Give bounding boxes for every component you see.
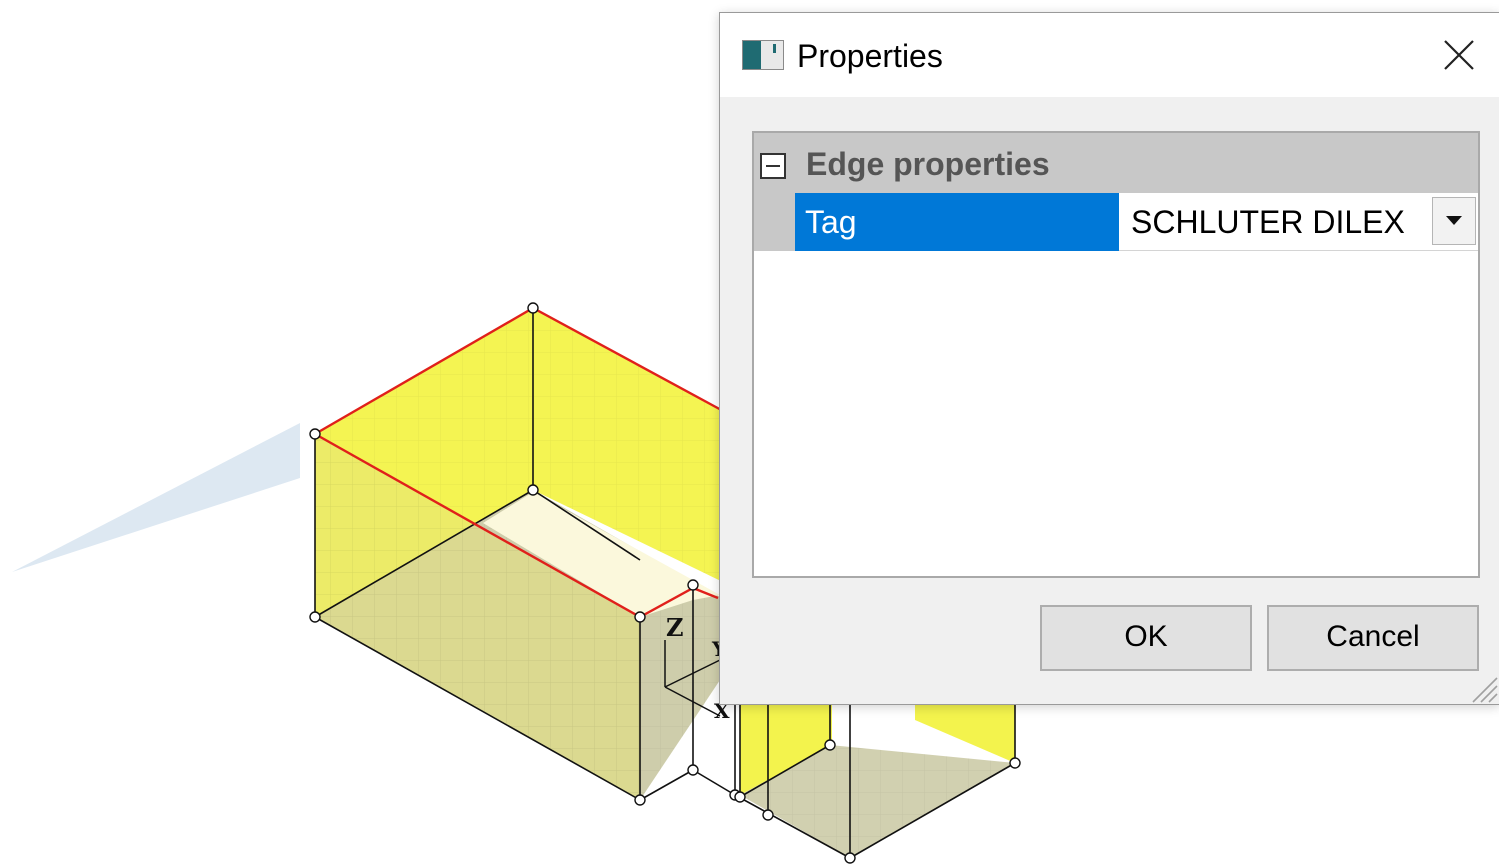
property-value: SCHLUTER DILEX — [1131, 204, 1405, 240]
close-button[interactable] — [1419, 13, 1499, 97]
category-edge-properties[interactable]: Edge properties — [754, 133, 1478, 193]
close-icon — [1444, 40, 1474, 70]
dialog-titlebar[interactable]: Properties — [720, 13, 1499, 97]
resize-grip-icon[interactable] — [1467, 672, 1499, 704]
dropdown-arrow-icon — [1446, 216, 1462, 225]
property-value-dropdown[interactable]: SCHLUTER DILEX — [1119, 193, 1478, 251]
property-name[interactable]: Tag — [795, 193, 1119, 251]
collapse-minus-icon[interactable] — [760, 153, 786, 179]
properties-window-icon — [742, 40, 784, 70]
dialog-title: Properties — [797, 38, 943, 74]
axis-label-z: Z — [666, 613, 684, 642]
property-grid[interactable]: Edge properties Tag SCHLUTER DILEX — [752, 131, 1480, 578]
wall-small-2 — [915, 705, 1015, 763]
cancel-button[interactable]: Cancel — [1267, 605, 1479, 671]
properties-dialog: Properties Edge properties Tag SCHLUTER … — [719, 12, 1499, 705]
dropdown-button[interactable] — [1432, 197, 1476, 245]
property-row-tag[interactable]: Tag SCHLUTER DILEX — [754, 193, 1478, 251]
light-beam — [12, 423, 300, 572]
ok-button[interactable]: OK — [1040, 605, 1252, 671]
category-label: Edge properties — [806, 146, 1050, 182]
row-gutter — [754, 193, 795, 251]
